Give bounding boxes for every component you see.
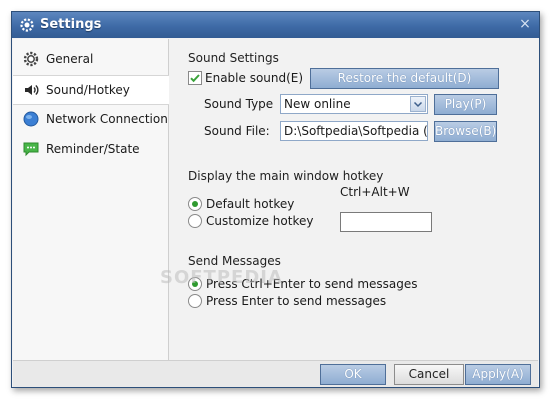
restore-default-button[interactable]: Restore the default(D): [310, 68, 499, 89]
sound-file-input[interactable]: D:\Softpedia\Softpedia (2): [280, 121, 428, 141]
default-hotkey-radio[interactable]: [188, 197, 202, 211]
apply-button[interactable]: Apply(A): [465, 364, 531, 385]
chat-icon: [23, 142, 39, 157]
customize-hotkey-input[interactable]: [340, 212, 432, 232]
sound-file-label: Sound File:: [204, 124, 270, 138]
sidebar-item-label: Network Connection: [46, 112, 168, 126]
play-button[interactable]: Play(P): [434, 94, 497, 115]
cancel-button[interactable]: Cancel: [394, 364, 464, 385]
enable-sound-label[interactable]: Enable sound(E): [205, 71, 303, 85]
sidebar-item-label: Sound/Hotkey: [46, 83, 130, 97]
sidebar-item-sound-hotkey[interactable]: Sound/Hotkey: [13, 75, 169, 105]
chevron-down-icon: [413, 101, 423, 108]
close-button[interactable]: ×: [518, 16, 532, 32]
window-title: Settings: [40, 17, 102, 32]
speaker-icon: [25, 84, 39, 96]
default-hotkey-label[interactable]: Default hotkey: [206, 197, 294, 211]
sound-type-select[interactable]: New online: [280, 94, 428, 114]
checkmark-icon: [190, 74, 200, 83]
content-panel: Sound Settings Enable sound(E) Restore t…: [170, 39, 538, 359]
sidebar-item-network-connection[interactable]: Network Connection: [13, 105, 168, 133]
sidebar-item-label: General: [46, 52, 94, 66]
sidebar-item-label: Reminder/State: [46, 142, 140, 156]
hotkey-heading: Display the main window hotkey: [188, 169, 384, 183]
sound-type-value: New online: [284, 97, 351, 111]
dropdown-arrow[interactable]: [410, 96, 426, 112]
sound-settings-heading: Sound Settings: [188, 51, 279, 65]
browse-button[interactable]: Browse(B): [434, 121, 497, 142]
footer-bar: OK Cancel Apply(A): [13, 360, 538, 387]
sidebar: General Sound/Hotkey Network Connection …: [13, 39, 169, 384]
sound-type-label: Sound Type: [204, 97, 274, 111]
enter-label[interactable]: Press Enter to send messages: [206, 294, 386, 308]
customize-hotkey-label[interactable]: Customize hotkey: [206, 214, 313, 228]
send-messages-heading: Send Messages: [188, 254, 281, 268]
watermark: SOFTPEDIA: [160, 267, 283, 288]
default-hotkey-value: Ctrl+Alt+W: [340, 185, 410, 199]
sidebar-item-general[interactable]: General: [13, 45, 168, 73]
settings-gear-icon: [20, 18, 34, 32]
enable-sound-checkbox[interactable]: [188, 71, 202, 85]
globe-icon: [23, 111, 39, 127]
gear-icon: [23, 51, 39, 67]
title-bar[interactable]: Settings ×: [12, 12, 539, 38]
sidebar-item-reminder-state[interactable]: Reminder/State: [13, 135, 168, 163]
customize-hotkey-radio[interactable]: [188, 214, 202, 228]
enter-radio[interactable]: [188, 294, 202, 308]
ok-button[interactable]: OK: [320, 364, 386, 385]
settings-window: Settings × General Sound/Hotkey Network …: [11, 11, 540, 388]
